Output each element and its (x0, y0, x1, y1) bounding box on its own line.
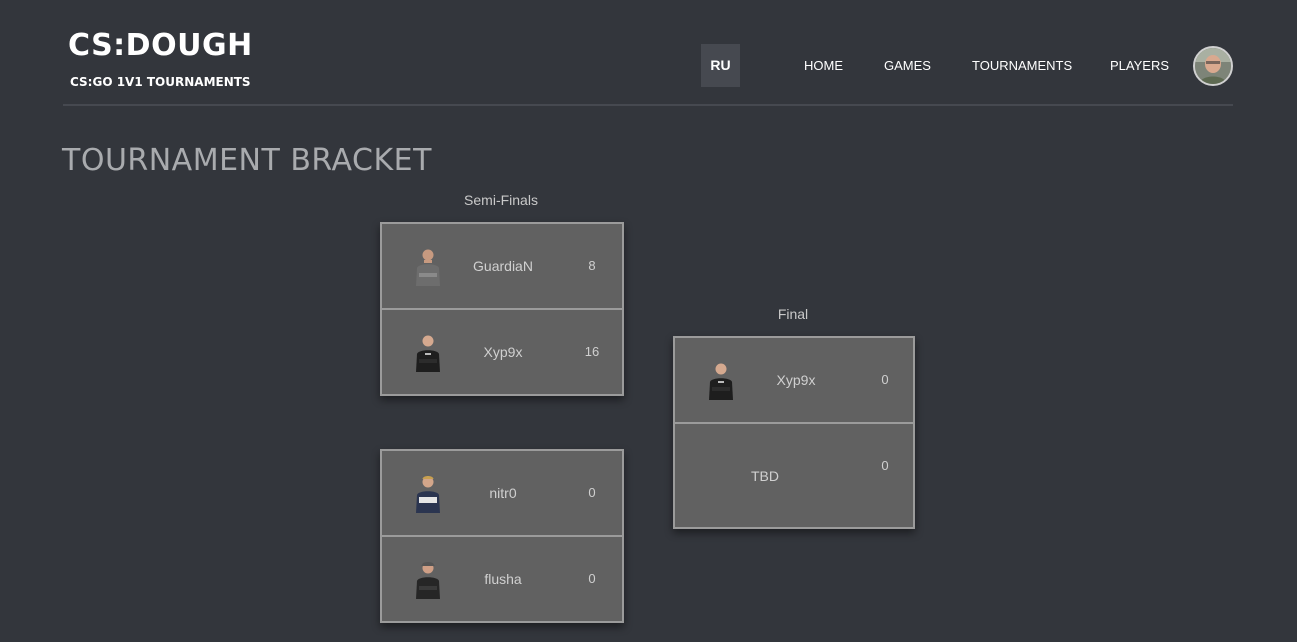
nav-tournaments[interactable]: TOURNAMENTS (972, 58, 1072, 73)
nav-home[interactable]: HOME (804, 58, 843, 73)
user-avatar-image (1195, 48, 1231, 84)
logo-title[interactable]: CS:DOUGH (68, 28, 253, 63)
logo-subtitle: CS:GO 1V1 TOURNAMENTS (70, 75, 251, 89)
user-avatar[interactable] (1193, 46, 1233, 86)
player-name: TBD (751, 468, 779, 484)
player-score: 0 (881, 372, 889, 387)
player-photo (416, 562, 440, 599)
player-score: 8 (588, 258, 596, 273)
player-photo (416, 249, 440, 286)
player-photo (416, 335, 440, 372)
match-slot[interactable]: Xyp9x 0 (675, 338, 913, 422)
page-title: TOURNAMENT BRACKET (62, 143, 432, 178)
nav-players[interactable]: PLAYERS (1110, 58, 1169, 73)
match-slot[interactable]: Xyp9x 16 (382, 310, 622, 394)
match-semi-2[interactable]: nitr0 0 flusha 0 (380, 449, 624, 623)
round-label-final: Final (777, 306, 809, 322)
site-header: CS:DOUGH CS:GO 1V1 TOURNAMENTS RU HOME G… (63, 0, 1233, 106)
player-photo (709, 363, 733, 400)
match-slot[interactable]: nitr0 0 (382, 451, 622, 535)
player-photo (416, 476, 440, 513)
match-semi-1[interactable]: GuardiaN 8 Xyp9x 16 (380, 222, 624, 396)
nav-games[interactable]: GAMES (884, 58, 931, 73)
match-slot[interactable]: GuardiaN 8 (382, 224, 622, 308)
match-final[interactable]: Xyp9x 0 TBD 0 (673, 336, 915, 529)
match-slot[interactable]: TBD 0 (675, 424, 913, 527)
player-name[interactable]: Xyp9x (741, 372, 851, 388)
player-score: 0 (588, 485, 596, 500)
player-score: 16 (584, 344, 600, 359)
player-name[interactable]: flusha (448, 571, 558, 587)
match-slot[interactable]: flusha 0 (382, 537, 622, 621)
player-name[interactable]: GuardiaN (448, 258, 558, 274)
player-score: 0 (881, 458, 889, 473)
language-button[interactable]: RU (701, 44, 740, 87)
round-label-semi-finals: Semi-Finals (464, 192, 538, 208)
player-name[interactable]: Xyp9x (448, 344, 558, 360)
player-score: 0 (588, 571, 596, 586)
player-name[interactable]: nitr0 (448, 485, 558, 501)
